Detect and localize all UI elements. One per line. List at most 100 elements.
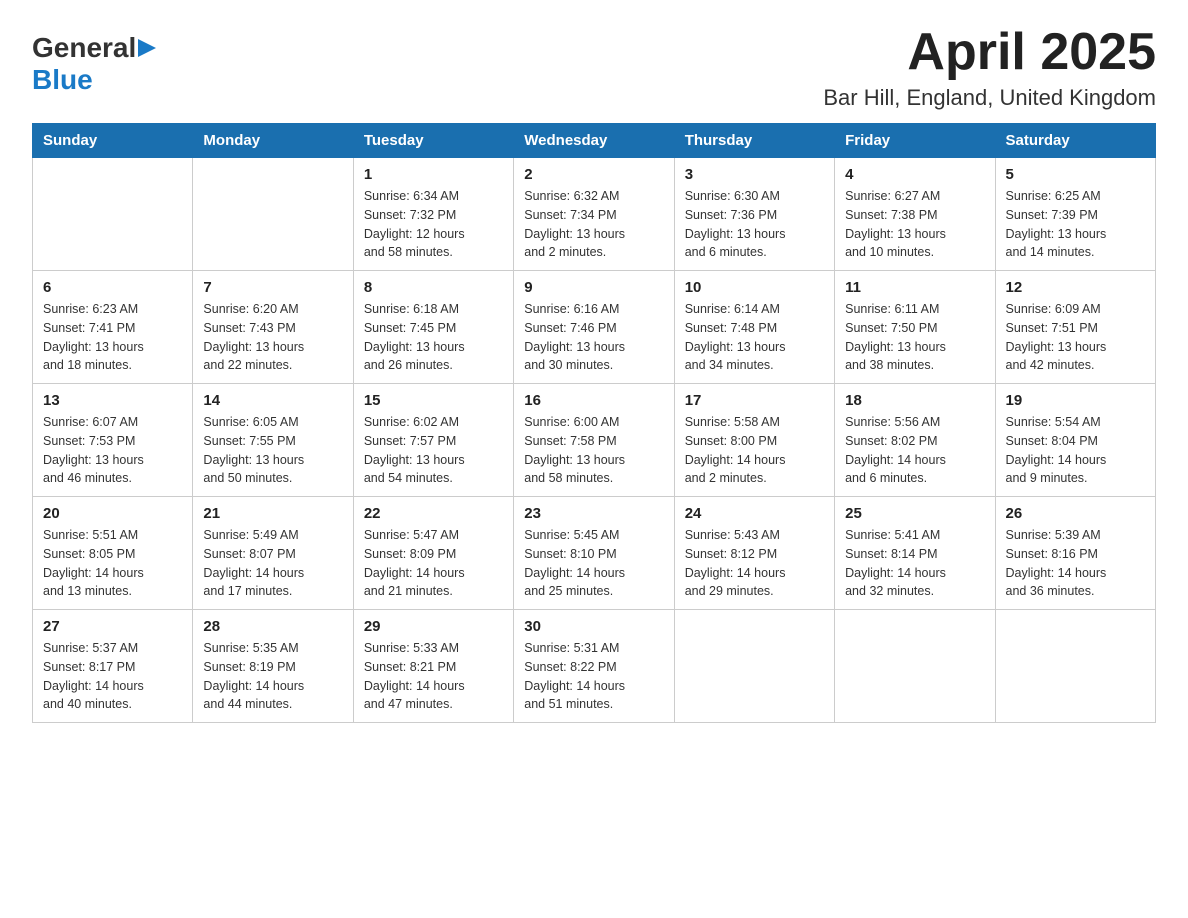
calendar-cell: 7 Sunrise: 6:20 AMSunset: 7:43 PMDaylight… [193, 271, 353, 384]
calendar-cell: 1 Sunrise: 6:34 AMSunset: 7:32 PMDaylight… [353, 158, 513, 271]
day-info: Sunrise: 6:07 AMSunset: 7:53 PMDaylight:… [43, 413, 182, 488]
calendar-cell [995, 610, 1155, 723]
logo-general-text: General [32, 32, 136, 64]
day-number: 14 [203, 392, 342, 409]
calendar-cell: 13 Sunrise: 6:07 AMSunset: 7:53 PMDayligh… [33, 384, 193, 497]
calendar-cell [193, 158, 353, 271]
day-info: Sunrise: 6:27 AMSunset: 7:38 PMDaylight:… [845, 187, 984, 262]
col-wednesday: Wednesday [514, 124, 674, 158]
calendar-cell: 23 Sunrise: 5:45 AMSunset: 8:10 PMDayligh… [514, 497, 674, 610]
day-info: Sunrise: 6:14 AMSunset: 7:48 PMDaylight:… [685, 300, 824, 375]
day-number: 7 [203, 279, 342, 296]
day-number: 23 [524, 505, 663, 522]
day-info: Sunrise: 5:47 AMSunset: 8:09 PMDaylight:… [364, 526, 503, 601]
day-number: 30 [524, 618, 663, 635]
day-number: 17 [685, 392, 824, 409]
day-info: Sunrise: 5:51 AMSunset: 8:05 PMDaylight:… [43, 526, 182, 601]
calendar-header-row: Sunday Monday Tuesday Wednesday Thursday… [33, 124, 1156, 158]
day-number: 3 [685, 166, 824, 183]
day-number: 20 [43, 505, 182, 522]
calendar-week-row: 27 Sunrise: 5:37 AMSunset: 8:17 PMDayligh… [33, 610, 1156, 723]
day-number: 12 [1006, 279, 1145, 296]
calendar-cell: 24 Sunrise: 5:43 AMSunset: 8:12 PMDayligh… [674, 497, 834, 610]
page-header: General Blue April 2025 Bar Hill, Englan… [32, 24, 1156, 111]
day-number: 22 [364, 505, 503, 522]
day-info: Sunrise: 6:00 AMSunset: 7:58 PMDaylight:… [524, 413, 663, 488]
calendar-cell: 11 Sunrise: 6:11 AMSunset: 7:50 PMDayligh… [835, 271, 995, 384]
logo: General Blue [32, 32, 158, 96]
day-number: 6 [43, 279, 182, 296]
calendar-cell: 29Sunrise: 5:33 AMSunset: 8:21 PMDayligh… [353, 610, 513, 723]
calendar-cell: 28 Sunrise: 5:35 AMSunset: 8:19 PMDayligh… [193, 610, 353, 723]
calendar-table: Sunday Monday Tuesday Wednesday Thursday… [32, 123, 1156, 723]
day-number: 8 [364, 279, 503, 296]
calendar-cell: 26 Sunrise: 5:39 AMSunset: 8:16 PMDayligh… [995, 497, 1155, 610]
day-number: 28 [203, 618, 342, 635]
day-number: 21 [203, 505, 342, 522]
day-info: Sunrise: 5:37 AMSunset: 8:17 PMDaylight:… [43, 639, 182, 714]
day-info: Sunrise: 6:05 AMSunset: 7:55 PMDaylight:… [203, 413, 342, 488]
logo-blue-text: Blue [32, 64, 93, 95]
calendar-cell: 4Sunrise: 6:27 AMSunset: 7:38 PMDaylight… [835, 158, 995, 271]
day-info: Sunrise: 6:09 AMSunset: 7:51 PMDaylight:… [1006, 300, 1145, 375]
calendar-cell [674, 610, 834, 723]
day-number: 19 [1006, 392, 1145, 409]
col-monday: Monday [193, 124, 353, 158]
calendar-cell: 2Sunrise: 6:32 AMSunset: 7:34 PMDaylight… [514, 158, 674, 271]
day-number: 25 [845, 505, 984, 522]
calendar-cell: 3 Sunrise: 6:30 AMSunset: 7:36 PMDaylight… [674, 158, 834, 271]
day-number: 11 [845, 279, 984, 296]
calendar-cell: 30 Sunrise: 5:31 AMSunset: 8:22 PMDayligh… [514, 610, 674, 723]
logo-arrow-icon [138, 37, 156, 59]
calendar-cell: 19Sunrise: 5:54 AMSunset: 8:04 PMDayligh… [995, 384, 1155, 497]
day-info: Sunrise: 6:32 AMSunset: 7:34 PMDaylight:… [524, 187, 663, 262]
day-info: Sunrise: 6:16 AMSunset: 7:46 PMDaylight:… [524, 300, 663, 375]
title-block: April 2025 Bar Hill, England, United Kin… [823, 24, 1156, 111]
day-info: Sunrise: 5:39 AMSunset: 8:16 PMDaylight:… [1006, 526, 1145, 601]
col-saturday: Saturday [995, 124, 1155, 158]
day-info: Sunrise: 5:43 AMSunset: 8:12 PMDaylight:… [685, 526, 824, 601]
calendar-cell: 6Sunrise: 6:23 AMSunset: 7:41 PMDaylight… [33, 271, 193, 384]
calendar-week-row: 1 Sunrise: 6:34 AMSunset: 7:32 PMDaylight… [33, 158, 1156, 271]
day-number: 10 [685, 279, 824, 296]
calendar-cell: 27 Sunrise: 5:37 AMSunset: 8:17 PMDayligh… [33, 610, 193, 723]
location-title: Bar Hill, England, United Kingdom [823, 85, 1156, 111]
day-number: 26 [1006, 505, 1145, 522]
col-tuesday: Tuesday [353, 124, 513, 158]
calendar-cell: 10 Sunrise: 6:14 AMSunset: 7:48 PMDayligh… [674, 271, 834, 384]
month-title: April 2025 [823, 24, 1156, 81]
calendar-cell: 18Sunrise: 5:56 AMSunset: 8:02 PMDayligh… [835, 384, 995, 497]
day-info: Sunrise: 6:11 AMSunset: 7:50 PMDaylight:… [845, 300, 984, 375]
calendar-cell: 15 Sunrise: 6:02 AMSunset: 7:57 PMDayligh… [353, 384, 513, 497]
day-number: 16 [524, 392, 663, 409]
day-info: Sunrise: 6:30 AMSunset: 7:36 PMDaylight:… [685, 187, 824, 262]
calendar-cell: 5Sunrise: 6:25 AMSunset: 7:39 PMDaylight… [995, 158, 1155, 271]
calendar-week-row: 6Sunrise: 6:23 AMSunset: 7:41 PMDaylight… [33, 271, 1156, 384]
calendar-cell: 8Sunrise: 6:18 AMSunset: 7:45 PMDaylight… [353, 271, 513, 384]
day-info: Sunrise: 5:49 AMSunset: 8:07 PMDaylight:… [203, 526, 342, 601]
day-number: 27 [43, 618, 182, 635]
calendar-cell [33, 158, 193, 271]
calendar-cell: 16 Sunrise: 6:00 AMSunset: 7:58 PMDayligh… [514, 384, 674, 497]
day-number: 15 [364, 392, 503, 409]
day-info: Sunrise: 6:20 AMSunset: 7:43 PMDaylight:… [203, 300, 342, 375]
day-info: Sunrise: 6:02 AMSunset: 7:57 PMDaylight:… [364, 413, 503, 488]
day-info: Sunrise: 5:45 AMSunset: 8:10 PMDaylight:… [524, 526, 663, 601]
day-number: 24 [685, 505, 824, 522]
col-friday: Friday [835, 124, 995, 158]
col-thursday: Thursday [674, 124, 834, 158]
calendar-cell: 17 Sunrise: 5:58 AMSunset: 8:00 PMDayligh… [674, 384, 834, 497]
calendar-cell: 9 Sunrise: 6:16 AMSunset: 7:46 PMDaylight… [514, 271, 674, 384]
day-info: Sunrise: 5:31 AMSunset: 8:22 PMDaylight:… [524, 639, 663, 714]
calendar-cell: 14 Sunrise: 6:05 AMSunset: 7:55 PMDayligh… [193, 384, 353, 497]
day-number: 29 [364, 618, 503, 635]
day-number: 13 [43, 392, 182, 409]
day-number: 1 [364, 166, 503, 183]
day-info: Sunrise: 6:34 AMSunset: 7:32 PMDaylight:… [364, 187, 503, 262]
day-number: 9 [524, 279, 663, 296]
calendar-cell: 21 Sunrise: 5:49 AMSunset: 8:07 PMDayligh… [193, 497, 353, 610]
calendar-week-row: 13 Sunrise: 6:07 AMSunset: 7:53 PMDayligh… [33, 384, 1156, 497]
day-info: Sunrise: 5:58 AMSunset: 8:00 PMDaylight:… [685, 413, 824, 488]
day-info: Sunrise: 5:41 AMSunset: 8:14 PMDaylight:… [845, 526, 984, 601]
day-info: Sunrise: 5:35 AMSunset: 8:19 PMDaylight:… [203, 639, 342, 714]
